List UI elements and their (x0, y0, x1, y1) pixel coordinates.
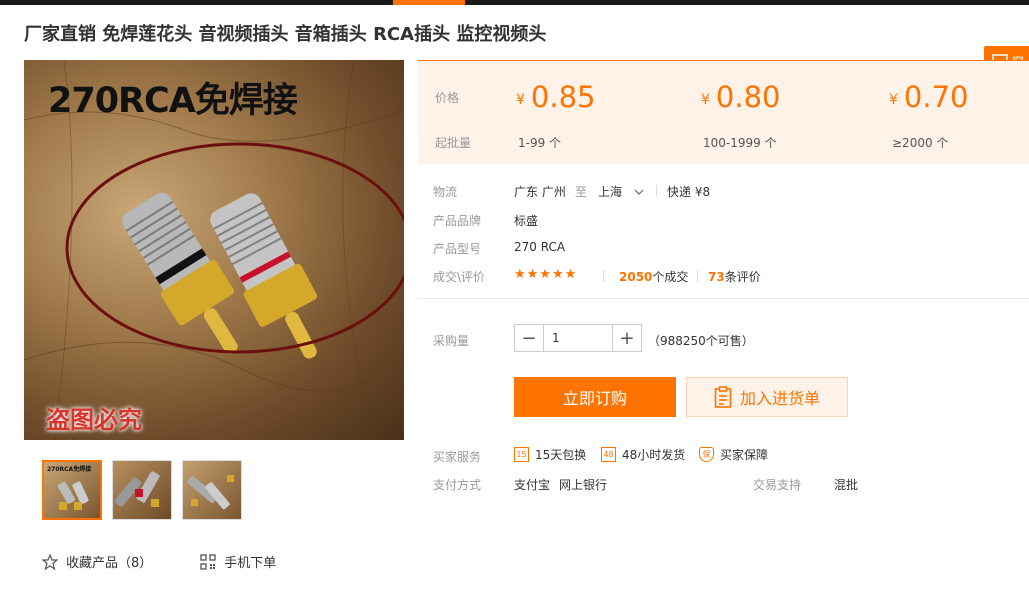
price-panel: 价格 起批量 ¥0.85 ¥0.80 ¥0.70 1-99 个 100-1999… (418, 60, 1029, 164)
image-caption: 270RCA免焊接 (48, 81, 298, 121)
payment-method-alipay: 支付宝 (514, 478, 551, 492)
logistics-from: 广东 广州 (514, 185, 566, 199)
service-text: 48小时发货 (622, 448, 686, 462)
add-to-purchase-list-button[interactable]: 加入进货单 (686, 377, 848, 417)
brand-value: 标盛 (514, 214, 539, 228)
moq-tier-3: ≥2000 个 (892, 136, 949, 150)
star-outline-icon (42, 553, 58, 570)
model-value: 270 RCA (514, 240, 566, 254)
model-label: 产品型号 (433, 242, 482, 256)
mobile-order-label: 手机下单 (224, 556, 277, 571)
review-suffix: 条评价 (724, 270, 761, 284)
thumbnail-image (187, 475, 234, 510)
quantity-decrease-button[interactable]: − (515, 325, 543, 351)
top-bar (0, 0, 1029, 5)
chevron-down-icon (634, 189, 644, 195)
logistics-destination: 上海 (598, 185, 623, 199)
currency-symbol: ¥ (701, 92, 710, 108)
price-label: 价格 (435, 91, 460, 105)
quantity-stepper: − 1 + (514, 324, 642, 352)
service-text: 买家保障 (720, 448, 769, 462)
service-48h-shipping[interactable]: 48 48小时发货 (601, 446, 685, 463)
deals-count: 2050 (619, 270, 653, 284)
image-watermark: 盗图必究 (46, 406, 142, 434)
divider (418, 298, 1029, 299)
trade-support-label: 交易支持 (753, 478, 802, 492)
price-tier-1-value: 0.85 (530, 80, 596, 114)
logistics-label: 物流 (433, 185, 458, 199)
review-count: 73 (708, 270, 725, 284)
separator (656, 185, 657, 197)
trade-support-value: 混批 (834, 478, 859, 492)
service-15day-exchange[interactable]: 15 15天包换 (514, 446, 586, 463)
moq-label: 起批量 (435, 136, 472, 150)
thumbnail-2[interactable] (112, 460, 172, 520)
payment-method-online-bank: 网上银行 (559, 478, 608, 492)
clipboard-icon (714, 386, 732, 408)
thumbnail-3[interactable] (182, 460, 242, 520)
main-product-image[interactable]: 270RCA免焊接 盗图必究 (24, 60, 404, 440)
thumbnail-1[interactable]: 270RCA免焊接 (42, 460, 102, 520)
moq-tier-1: 1-99 个 (518, 136, 562, 150)
thumbnail-strip: 270RCA免焊接 (42, 460, 242, 520)
favorite-product-button[interactable]: 收藏产品（8） (42, 552, 152, 571)
deals-suffix: 个成交 (652, 270, 689, 284)
price-tier-2: ¥0.80 (701, 80, 781, 114)
review-count-link[interactable]: 73条评价 (708, 268, 761, 285)
shipping-48-icon: 48 (601, 447, 616, 462)
shield-icon: 保 (699, 447, 714, 462)
currency-symbol: ¥ (889, 92, 898, 108)
price-tier-2-value: 0.80 (715, 80, 781, 114)
product-title: 厂家直销 免焊莲花头 音视频插头 音箱插头 RCA插头 监控视频头 (24, 24, 547, 45)
price-tier-3-value: 0.70 (903, 80, 969, 114)
separator (603, 270, 604, 282)
logistics-to-word: 至 (575, 185, 588, 199)
top-bar-accent (393, 0, 465, 5)
moq-tier-2: 100-1999 个 (703, 136, 777, 150)
quantity-input[interactable]: 1 (543, 325, 613, 351)
currency-symbol: ¥ (516, 92, 525, 108)
price-tier-3: ¥0.70 (889, 80, 969, 114)
service-buyer-protection[interactable]: 保 买家保障 (699, 446, 768, 463)
thumbnail-image (114, 471, 160, 507)
mobile-order-button[interactable]: 手机下单 (200, 552, 276, 571)
exchange-15-icon: 15 (514, 447, 529, 462)
deals-count-link[interactable]: 2050个成交 (619, 268, 688, 285)
payment-label: 支付方式 (433, 478, 482, 492)
deals-reviews-label: 成交\评价 (433, 270, 486, 284)
buyer-services-label: 买家服务 (433, 450, 482, 464)
brand-label: 产品品牌 (433, 214, 482, 228)
quantity-increase-button[interactable]: + (613, 325, 641, 351)
separator (697, 270, 698, 282)
available-stock: （988250个可售） (648, 334, 754, 348)
service-text: 15天包换 (535, 448, 587, 462)
favorite-product-label: 收藏产品（8） (66, 556, 153, 571)
gallery-actions: 收藏产品（8） 手机下单 (42, 552, 324, 571)
logistics-express: 快递 ¥8 (667, 185, 711, 199)
buy-now-button[interactable]: 立即订购 (514, 377, 676, 417)
thumbnail-caption: 270RCA免焊接 (47, 466, 92, 473)
rating-stars: ★★★★★ (514, 267, 578, 282)
logistics-destination-select[interactable]: 上海 (598, 183, 644, 200)
price-tier-1: ¥0.85 (516, 80, 596, 114)
quantity-label: 采购量 (433, 334, 470, 348)
qr-code-icon (200, 553, 216, 570)
add-to-purchase-list-label: 加入进货单 (739, 389, 820, 408)
